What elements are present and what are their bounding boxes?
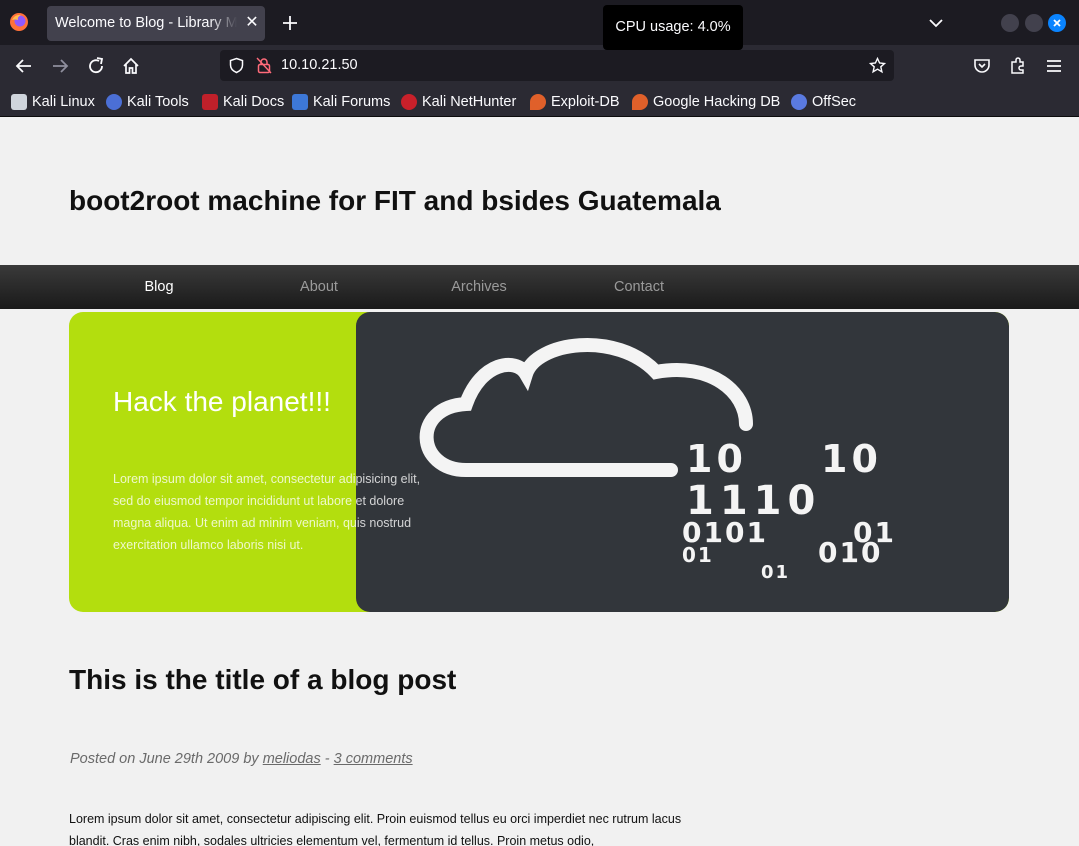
bookmark-star-icon[interactable] <box>869 57 886 74</box>
bookmark-label: Kali Tools <box>127 94 189 110</box>
kali-tools-icon <box>106 94 122 110</box>
new-tab-icon[interactable] <box>279 12 301 34</box>
back-icon[interactable] <box>14 56 34 76</box>
ghdb-icon <box>632 94 648 110</box>
shield-icon[interactable] <box>228 57 245 74</box>
site-navigation: Blog About Archives Contact <box>0 265 1079 309</box>
tab-bar: Welcome to Blog - Library Management ✕ <box>0 0 1079 45</box>
nav-blog[interactable]: Blog <box>99 279 219 295</box>
hero-banner: 10 10 1110 0101 01 01 010 01 Hack the pl… <box>69 312 1009 612</box>
close-window-button[interactable] <box>1048 14 1066 32</box>
exploit-db-icon <box>530 94 546 110</box>
comments-link[interactable]: 3 comments <box>334 751 413 767</box>
menu-icon[interactable] <box>1044 56 1064 76</box>
binary-digits: 01 <box>761 562 790 583</box>
tab-title: Welcome to Blog - Library Management <box>55 15 237 31</box>
kali-forums-icon <box>292 94 308 110</box>
maximize-button[interactable] <box>1025 14 1043 32</box>
post-date: Posted on June 29th 2009 by <box>70 751 259 767</box>
cloud-binary-image: 10 10 1110 0101 01 01 010 01 <box>356 312 1009 612</box>
url-text[interactable]: 10.10.21.50 <box>281 57 358 73</box>
binary-digits: 10 <box>686 437 747 481</box>
extensions-icon[interactable] <box>1008 56 1028 76</box>
close-icon <box>1053 19 1061 27</box>
cloud-binary-illustration: 10 10 1110 0101 01 01 010 01 <box>419 338 894 583</box>
pocket-icon[interactable] <box>972 56 992 76</box>
binary-digits: 01 <box>682 543 714 567</box>
bookmark-kali-docs[interactable]: Kali Docs <box>202 92 284 112</box>
bookmark-kali-nethunter[interactable]: Kali NetHunter <box>401 92 516 112</box>
bookmark-exploit-db[interactable]: Exploit-DB <box>530 92 620 112</box>
author-link[interactable]: meliodas <box>263 751 321 767</box>
home-icon[interactable] <box>121 56 141 76</box>
kali-nethunter-icon <box>401 94 417 110</box>
bookmark-kali-linux[interactable]: Kali Linux <box>11 92 95 112</box>
bookmark-label: Google Hacking DB <box>653 94 781 110</box>
binary-digits: 10 <box>821 437 882 481</box>
chevron-down-icon[interactable] <box>928 15 944 31</box>
post-meta: Posted on June 29th 2009 by meliodas - 3… <box>70 751 413 767</box>
binary-digits: 010 <box>818 536 882 569</box>
bookmark-label: Kali Docs <box>223 94 285 110</box>
bookmark-offsec[interactable]: OffSec <box>791 92 856 112</box>
meta-separator: - <box>324 751 330 767</box>
insecure-lock-icon[interactable] <box>256 57 272 74</box>
firefox-icon[interactable] <box>9 12 29 32</box>
minimize-button[interactable] <box>1001 14 1019 32</box>
forward-icon[interactable] <box>50 56 70 76</box>
kali-docs-icon <box>202 94 218 110</box>
offsec-icon <box>791 94 807 110</box>
nav-archives[interactable]: Archives <box>419 279 539 295</box>
post-body: Lorem ipsum dolor sit amet, consectetur … <box>69 812 682 846</box>
post-title: This is the title of a blog post <box>69 664 457 695</box>
bookmark-kali-tools[interactable]: Kali Tools <box>106 92 189 112</box>
cpu-usage-tooltip: CPU usage: 4.0% <box>603 5 743 50</box>
site-title: boot2root machine for FIT and bsides Gua… <box>69 185 721 216</box>
bookmark-kali-forums[interactable]: Kali Forums <box>292 92 390 112</box>
hero-title: Hack the planet!!! <box>113 386 331 417</box>
navigation-toolbar: 10.10.21.50 <box>0 45 1079 87</box>
address-bar[interactable]: 10.10.21.50 <box>220 50 894 81</box>
bookmark-label: Kali NetHunter <box>422 94 517 110</box>
active-tab[interactable]: Welcome to Blog - Library Management ✕ <box>47 6 265 41</box>
close-tab-icon[interactable]: ✕ <box>243 14 261 32</box>
kali-dragon-icon <box>11 94 27 110</box>
nav-contact[interactable]: Contact <box>579 279 699 295</box>
reload-icon[interactable] <box>86 56 106 76</box>
bookmarks-toolbar: Kali Linux Kali Tools Kali Docs Kali For… <box>0 87 1079 117</box>
bookmark-label: Exploit-DB <box>551 94 620 110</box>
bookmark-label: OffSec <box>812 94 857 110</box>
bookmark-label: Kali Forums <box>313 94 391 110</box>
bookmark-google-hacking-db[interactable]: Google Hacking DB <box>632 92 780 112</box>
nav-about[interactable]: About <box>259 279 379 295</box>
bookmark-label: Kali Linux <box>32 94 95 110</box>
hero-text: Lorem ipsum dolor sit amet, consectetur … <box>113 472 421 552</box>
